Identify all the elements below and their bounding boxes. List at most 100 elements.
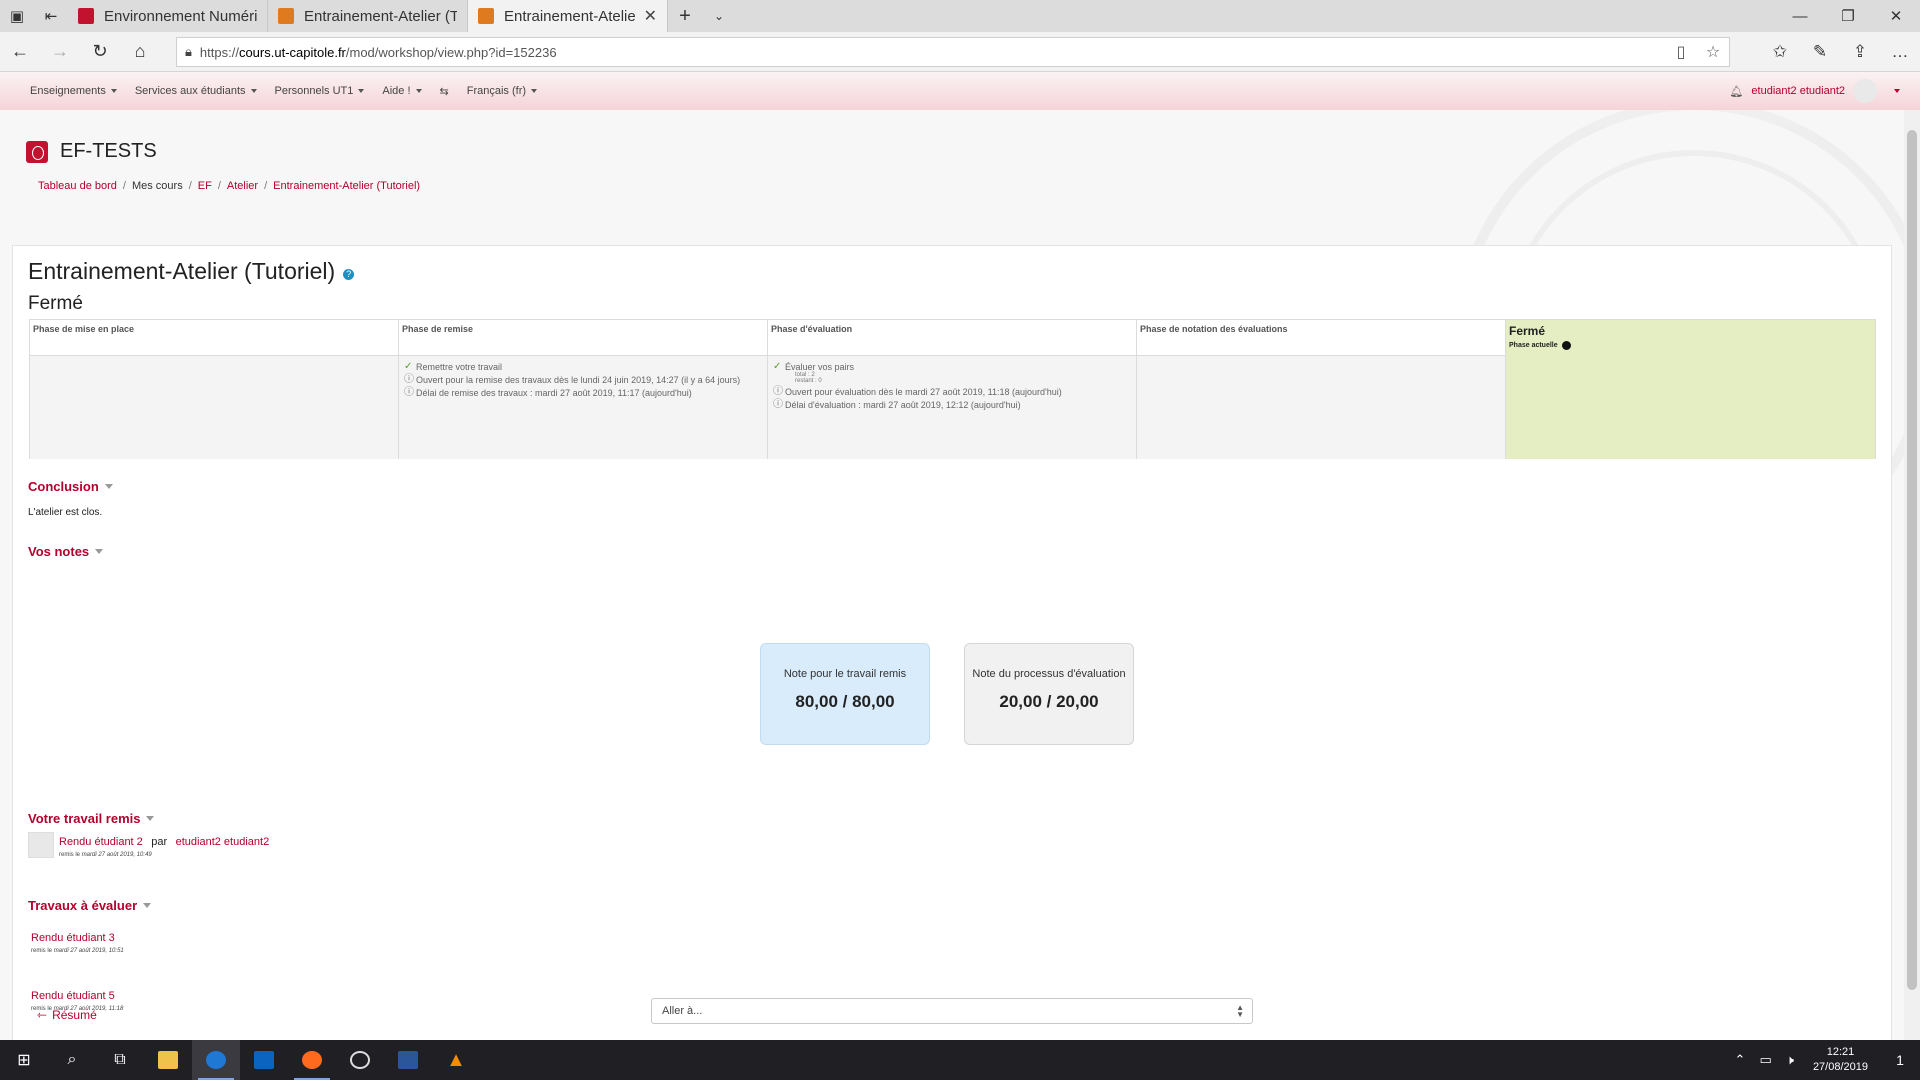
assess-link[interactable]: Rendu étudiant 3 <box>31 932 115 944</box>
search-icon[interactable]: ⌕ <box>48 1040 96 1080</box>
caret-down-icon <box>95 549 104 554</box>
phase-setup: Phase de mise en place <box>30 320 399 459</box>
breadcrumb: Tableau de bord / Mes cours / EF / Ateli… <box>38 180 421 192</box>
browser-tools: ✩ ✎ ⇪ … <box>1760 32 1920 72</box>
taskbar-clock[interactable]: 12:21 27/08/2019 <box>1813 1045 1868 1075</box>
menu-enseignements[interactable]: Enseignements <box>30 85 117 97</box>
tab-title: Environnement Numérique <box>104 7 257 25</box>
notification-center-icon[interactable]: 1 <box>1880 1052 1920 1068</box>
refresh-icon[interactable]: ↻ <box>80 41 120 62</box>
outlook-icon[interactable] <box>240 1040 288 1080</box>
grades-toggle[interactable]: Vos notes <box>28 544 104 559</box>
volume-icon[interactable]: 🕨︎ <box>1786 1052 1794 1068</box>
submission-link[interactable]: Rendu étudiant 2 <box>59 836 143 848</box>
moodle-favicon-icon <box>478 8 494 24</box>
network-icon[interactable]: ▭ <box>1759 1052 1771 1068</box>
page-title: Entrainement-Atelier (Tutoriel) ? <box>28 258 355 285</box>
caret-down-icon <box>415 89 422 93</box>
task-info: ⓘ Délai de remise des travaux : mardi 27 … <box>404 387 692 399</box>
forward-arrow-icon[interactable]: → <box>40 41 80 62</box>
word-icon[interactable] <box>384 1040 432 1080</box>
info-icon: ⓘ <box>773 399 783 410</box>
course-title: EF-TESTS <box>60 140 157 162</box>
share-icon[interactable]: ⇪ <box>1840 42 1880 62</box>
edge-browser-icon[interactable] <box>192 1040 240 1080</box>
address-input[interactable]: 🔒︎ https://cours.ut-capitole.fr/mod/work… <box>176 37 1730 67</box>
more-dots-icon[interactable]: … <box>1880 42 1920 62</box>
info-icon: ⓘ <box>404 374 414 385</box>
back-arrow-icon[interactable]: ← <box>0 41 40 62</box>
caret-down-icon <box>104 484 113 489</box>
menu-aide[interactable]: Aide ! <box>382 85 422 97</box>
select-arrows-icon: ▲ ▼ <box>1236 1003 1244 1019</box>
task-info: ⓘ Ouvert pour la remise des travaux dès l… <box>404 374 741 386</box>
set-aside-tabs-icon[interactable]: ⇤ <box>34 0 68 32</box>
chevron-down-icon[interactable]: ⌄ <box>702 0 736 32</box>
menu-services-etudiants[interactable]: Services aux étudiants <box>135 85 257 97</box>
menu-personnels[interactable]: Personnels UT1 <box>275 85 365 97</box>
caret-down-icon <box>143 903 152 908</box>
vlc-icon[interactable]: ▲ <box>432 1040 480 1080</box>
current-phase-heading: Fermé <box>28 293 83 314</box>
page-scrollbar[interactable] <box>1904 110 1920 1040</box>
new-tab-icon[interactable]: + <box>668 0 702 32</box>
conclusion-toggle[interactable]: Conclusion <box>28 479 113 494</box>
caret-down-icon <box>531 89 538 93</box>
user-name: etudiant2 etudiant2 <box>1751 85 1845 97</box>
breadcrumb-workshop[interactable]: Entrainement-Atelier (Tutoriel) <box>273 180 420 192</box>
pen-notes-icon[interactable]: ✎ <box>1800 42 1840 62</box>
breadcrumb-mes-cours: Mes cours <box>131 180 183 192</box>
moodle-favicon-icon <box>278 8 294 24</box>
minimize-icon[interactable]: — <box>1776 0 1824 32</box>
phase-submission: Phase de remise ✓ Remettre votre travail … <box>399 320 768 459</box>
restore-icon[interactable]: ❐ <box>1824 0 1872 32</box>
caret-down-icon <box>250 89 257 93</box>
tray-chevron-up-icon[interactable]: ⌃ <box>1735 1052 1746 1068</box>
close-tab-icon[interactable]: ✕ <box>644 6 657 26</box>
task-info: ⓘ Ouvert pour évaluation dès le mardi 27 … <box>773 386 1062 398</box>
browser-tab-2[interactable]: Entrainement-Atelier (Tutor <box>268 0 468 32</box>
tab-title: Entrainement-Atelier (T( <box>504 7 636 25</box>
caret-down-icon <box>110 89 117 93</box>
help-icon[interactable]: ? <box>343 269 355 280</box>
close-window-icon[interactable]: ✕ <box>1872 0 1920 32</box>
home-icon[interactable]: ⌂ <box>120 41 160 62</box>
ut1-favicon-icon <box>78 8 94 24</box>
ut1-logo-icon <box>26 140 48 163</box>
assess-link[interactable]: Rendu étudiant 5 <box>31 990 115 1002</box>
task-submit: ✓ Remettre votre travail <box>404 361 503 373</box>
breadcrumb-ef[interactable]: EF <box>198 180 212 192</box>
menu-language[interactable]: Français (fr) <box>467 85 538 97</box>
task-view-icon[interactable]: ⧉ <box>96 1040 144 1080</box>
tab-overview-icon[interactable]: ▣ <box>0 0 34 32</box>
previous-activity-link[interactable]: ⇽ Résumé <box>37 1008 97 1022</box>
user-menu[interactable]: 🔔︎ etudiant2 etudiant2 <box>1729 79 1920 103</box>
caret-down-icon <box>1894 89 1900 93</box>
favorite-star-icon[interactable]: ☆ <box>1697 42 1729 62</box>
jump-to-select[interactable]: Aller à... ▲ ▼ <box>651 998 1253 1024</box>
conclusion-text: L'atelier est clos. <box>28 507 103 518</box>
browser-tab-3-active[interactable]: Entrainement-Atelier (T( ✕ <box>468 0 668 32</box>
user-avatar <box>1853 79 1877 103</box>
scrollbar-thumb[interactable] <box>1907 130 1917 990</box>
to-assess-toggle[interactable]: Travaux à évaluer <box>28 898 152 913</box>
breadcrumb-tableau-de-bord[interactable]: Tableau de bord <box>38 180 117 192</box>
current-phase-dot-icon <box>1561 341 1571 350</box>
favorites-hub-icon[interactable]: ✩ <box>1760 42 1800 62</box>
breadcrumb-atelier[interactable]: Atelier <box>227 180 258 192</box>
reading-view-icon[interactable]: ▯ <box>1665 42 1697 62</box>
window-controls: — ❐ ✕ <box>1776 0 1920 32</box>
browser-tab-1[interactable]: Environnement Numérique <box>68 0 268 32</box>
app-circle-icon[interactable] <box>336 1040 384 1080</box>
author-link[interactable]: etudiant2 etudiant2 <box>176 836 270 848</box>
bell-icon[interactable]: 🔔︎ <box>1729 85 1743 98</box>
moodle-navbar: Enseignements Services aux étudiants Per… <box>0 72 1920 110</box>
firefox-icon[interactable] <box>288 1040 336 1080</box>
windows-taskbar: ⊞ ⌕ ⧉ ▲ ⌃ ▭ 🕨︎ 12:21 27/08/2019 1 <box>0 1040 1920 1080</box>
submission-toggle[interactable]: Votre travail remis <box>28 811 155 826</box>
windows-start-icon[interactable]: ⊞ <box>0 1040 48 1080</box>
task-assess: ✓ Évaluer vos pairs <box>773 361 855 373</box>
tab-title: Entrainement-Atelier (Tutor <box>304 7 457 25</box>
language-icon: ⇆ <box>439 85 449 98</box>
file-explorer-icon[interactable] <box>144 1040 192 1080</box>
